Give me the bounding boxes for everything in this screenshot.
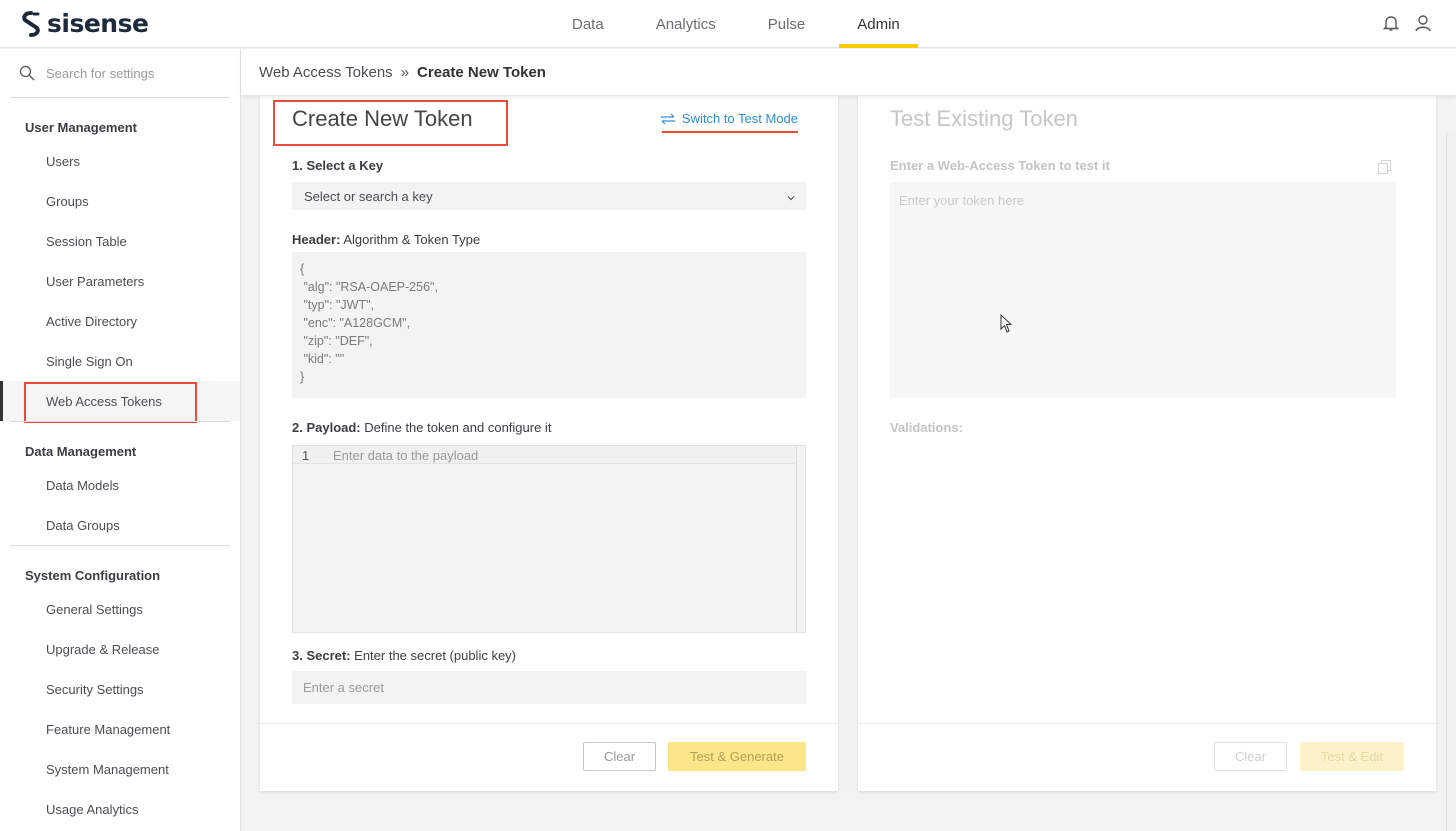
- highlight-box-sidebar: [24, 382, 197, 423]
- highlight-underline: [662, 131, 798, 133]
- key-select-value: Select or search a key: [304, 188, 433, 204]
- line-number: 1: [302, 448, 310, 463]
- switch-link-label: Switch to Test Mode: [681, 111, 798, 126]
- breadcrumb: Web Access Tokens » Create New Token: [241, 49, 1456, 96]
- sidebar-divider: [10, 421, 230, 422]
- tab-pulse[interactable]: Pulse: [750, 0, 824, 48]
- section-user-management: User Management: [25, 120, 137, 135]
- payload-label-rest: Define the token and configure it: [360, 420, 552, 435]
- tab-analytics[interactable]: Analytics: [638, 0, 734, 48]
- secret-input[interactable]: [292, 671, 806, 704]
- chevron-down-icon: [786, 191, 796, 201]
- header-label-rest: Algorithm & Token Type: [340, 232, 481, 247]
- token-input[interactable]: [890, 182, 1396, 398]
- payload-label-bold: 2. Payload:: [292, 420, 361, 435]
- secret-label-bold: 3. Secret:: [292, 648, 351, 663]
- sidebar-item-upgrade-release[interactable]: Upgrade & Release: [0, 629, 240, 669]
- sidebar-item-groups[interactable]: Groups: [0, 181, 240, 221]
- sidebar-item-security-settings[interactable]: Security Settings: [0, 669, 240, 709]
- key-select[interactable]: Select or search a key: [292, 182, 806, 210]
- create-token-panel: Create New Token Switch to Test Mode 1. …: [260, 96, 838, 791]
- top-icons: [1382, 13, 1432, 33]
- header-label: Header: Algorithm & Token Type: [292, 232, 480, 247]
- panel-footer-divider: [260, 723, 838, 724]
- section-system-configuration: System Configuration: [25, 568, 161, 583]
- page-scrollbar[interactable]: [1446, 133, 1456, 831]
- header-label-bold: Header:: [292, 232, 341, 247]
- test-token-panel: Test Existing Token Enter a Web-Access T…: [858, 96, 1436, 791]
- breadcrumb-parent[interactable]: Web Access Tokens: [259, 64, 393, 81]
- panel-footer-divider: [858, 723, 1436, 724]
- sidebar-item-users[interactable]: Users: [0, 141, 240, 181]
- test-token-title: Test Existing Token: [890, 106, 1078, 131]
- test-edit-button[interactable]: Test & Edit: [1300, 742, 1404, 771]
- editor-active-line: 1 Enter data to the payload: [293, 446, 795, 464]
- brand-name: sisense: [47, 9, 149, 38]
- sidebar-item-system-management[interactable]: System Management: [0, 749, 240, 789]
- settings-sidebar: User Management Users Groups Session Tab…: [0, 49, 241, 831]
- validations-label: Validations:: [890, 420, 963, 435]
- sisense-logo-icon: [20, 10, 42, 38]
- sidebar-item-session-table[interactable]: Session Table: [0, 221, 240, 261]
- search-input[interactable]: [46, 65, 216, 81]
- header-json: { "alg": "RSA-OAEP-256", "typ": "JWT", "…: [292, 252, 806, 398]
- step1-label: 1. Select a Key: [292, 158, 384, 173]
- payload-editor[interactable]: 1 Enter data to the payload: [292, 445, 806, 633]
- tab-data[interactable]: Data: [554, 0, 622, 48]
- swap-arrows-icon: [660, 113, 676, 125]
- clear-button[interactable]: Clear: [583, 742, 656, 771]
- sidebar-item-active-directory[interactable]: Active Directory: [0, 301, 240, 341]
- secret-label: 3. Secret: Enter the secret (public key): [292, 648, 516, 663]
- sidebar-item-single-sign-on[interactable]: Single Sign On: [0, 341, 240, 381]
- sidebar-item-general-settings[interactable]: General Settings: [0, 589, 240, 629]
- settings-search: [10, 49, 230, 98]
- switch-to-test-mode-link[interactable]: Switch to Test Mode: [660, 111, 798, 126]
- tab-admin[interactable]: Admin: [839, 0, 918, 48]
- top-bar: sisense Data Analytics Pulse Admin: [0, 0, 1456, 48]
- sidebar-item-user-parameters[interactable]: User Parameters: [0, 261, 240, 301]
- breadcrumb-separator: »: [400, 63, 410, 81]
- editor-scrollbar[interactable]: [796, 446, 805, 632]
- sidebar-divider: [10, 545, 230, 546]
- breadcrumb-current: Create New Token: [417, 63, 546, 81]
- secret-label-rest: Enter the secret (public key): [350, 648, 517, 663]
- user-icon[interactable]: [1414, 13, 1432, 33]
- highlight-box-title: [273, 100, 508, 146]
- sidebar-item-data-groups[interactable]: Data Groups: [0, 505, 240, 545]
- sidebar-item-data-models[interactable]: Data Models: [0, 465, 240, 505]
- payload-placeholder: Enter data to the payload: [333, 448, 479, 463]
- bell-icon[interactable]: [1382, 13, 1400, 33]
- sidebar-item-feature-management[interactable]: Feature Management: [0, 709, 240, 749]
- section-data-management: Data Management: [25, 444, 137, 459]
- sidebar-item-usage-analytics[interactable]: Usage Analytics: [0, 789, 240, 829]
- sisense-logo[interactable]: sisense: [20, 9, 149, 38]
- test-generate-button[interactable]: Test & Generate: [668, 742, 806, 771]
- test-clear-button[interactable]: Clear: [1214, 742, 1287, 771]
- copy-icon[interactable]: [1378, 160, 1391, 174]
- main-nav: Data Analytics Pulse Admin: [546, 0, 926, 48]
- search-icon: [19, 65, 35, 81]
- mouse-cursor-icon: [1000, 313, 1014, 334]
- payload-label: 2. Payload: Define the token and configu…: [292, 420, 551, 435]
- token-label: Enter a Web-Access Token to test it: [890, 158, 1110, 173]
